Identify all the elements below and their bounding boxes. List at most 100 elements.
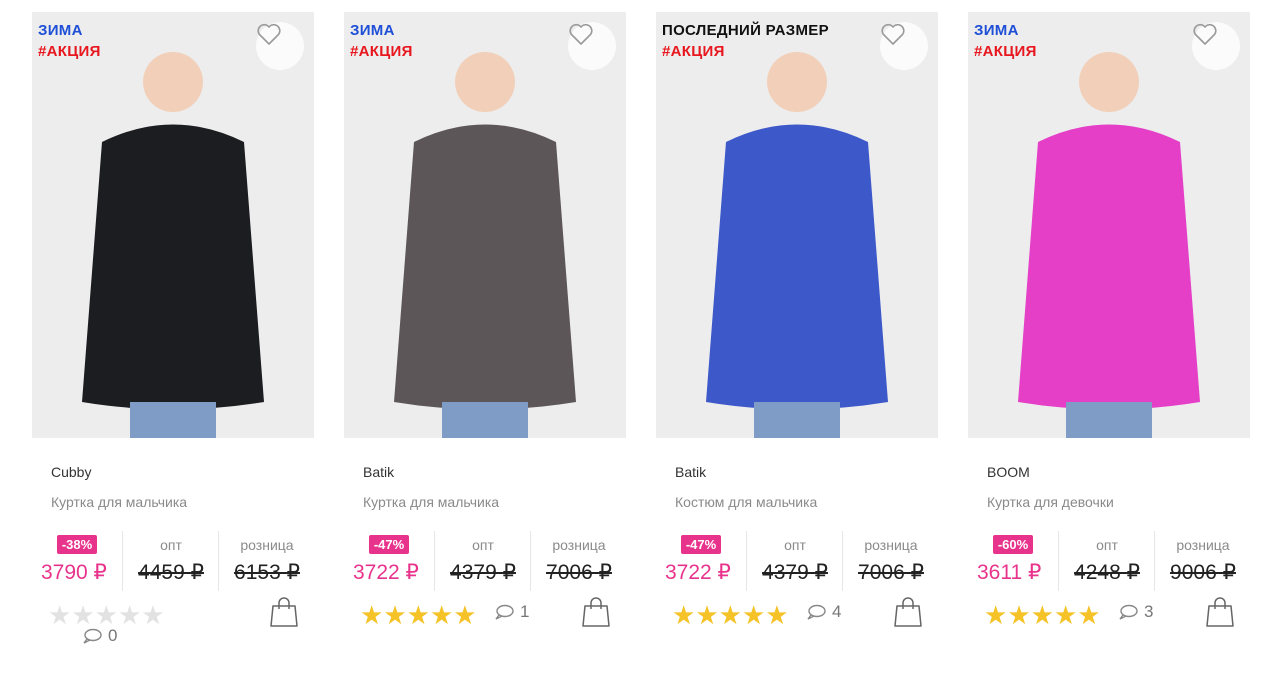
- wholesale-price: 4379 ₽: [450, 561, 516, 584]
- shopping-bag-icon: [1206, 597, 1234, 627]
- add-to-cart-button[interactable]: [269, 596, 299, 633]
- discount-badge: -60%: [992, 535, 1034, 554]
- speech-bubble-icon: [83, 628, 102, 644]
- price-block: -47% 3722 ₽ опт 4379 ₽ розница 7006 ₽: [656, 531, 938, 591]
- star-icon[interactable]: ★: [1077, 602, 1100, 628]
- discount-badge: -47%: [368, 535, 410, 554]
- promo-tag: #АКЦИЯ: [350, 43, 413, 60]
- speech-bubble-icon: [1119, 604, 1138, 620]
- rating-stars[interactable]: ★ ★ ★ ★ ★: [672, 602, 789, 628]
- brand-name[interactable]: BOOM: [987, 464, 1030, 480]
- star-icon[interactable]: ★: [1054, 602, 1077, 628]
- add-to-cart-button[interactable]: [581, 596, 611, 633]
- retail-label: розница: [864, 537, 918, 553]
- heart-outline-icon: [569, 23, 593, 45]
- retail-label: розница: [240, 537, 294, 553]
- product-photo[interactable]: ЗИМА #АКЦИЯ: [344, 12, 626, 438]
- shopping-bag-icon: [582, 597, 610, 627]
- star-icon[interactable]: ★: [360, 602, 383, 628]
- season-tag: ЗИМА: [974, 22, 1019, 39]
- star-icon[interactable]: ★: [141, 602, 164, 628]
- favorite-button[interactable]: [880, 22, 928, 70]
- product-photo[interactable]: ЗИМА #АКЦИЯ: [32, 12, 314, 438]
- comments-number: 0: [108, 626, 118, 645]
- retail-price: 7006 ₽: [546, 561, 612, 584]
- retail-label: розница: [552, 537, 606, 553]
- product-tags: ЗИМА #АКЦИЯ: [350, 20, 413, 62]
- star-icon[interactable]: ★: [742, 602, 765, 628]
- product-description[interactable]: Куртка для мальчика: [51, 494, 187, 510]
- product-photo[interactable]: ЗИМА #АКЦИЯ: [968, 12, 1250, 438]
- current-price: 3722 ₽: [665, 561, 731, 584]
- discount-badge: -38%: [56, 535, 98, 554]
- star-icon[interactable]: ★: [118, 602, 141, 628]
- brand-name[interactable]: Cubby: [51, 464, 91, 480]
- comments-count[interactable]: 4: [806, 602, 841, 622]
- product-illustration: [706, 52, 888, 438]
- comments-number: 4: [832, 602, 842, 621]
- wholesale-price: 4379 ₽: [762, 561, 828, 584]
- product-illustration: [82, 52, 264, 438]
- product-illustration: [1018, 52, 1200, 438]
- star-icon[interactable]: ★: [719, 602, 742, 628]
- product-description[interactable]: Куртка для мальчика: [363, 494, 499, 510]
- favorite-button[interactable]: [568, 22, 616, 70]
- star-icon[interactable]: ★: [695, 602, 718, 628]
- star-icon[interactable]: ★: [430, 602, 453, 628]
- star-icon[interactable]: ★: [95, 602, 118, 628]
- add-to-cart-button[interactable]: [1205, 596, 1235, 633]
- rating-stars[interactable]: ★ ★ ★ ★ ★: [984, 602, 1101, 628]
- last-size-tag: ПОСЛЕДНИЙ РАЗМЕР: [662, 22, 829, 39]
- product-card[interactable]: ЗИМА #АКЦИЯ Batik Куртка для мальчика -4…: [344, 12, 626, 672]
- brand-name[interactable]: Batik: [675, 464, 706, 480]
- add-to-cart-button[interactable]: [893, 596, 923, 633]
- product-illustration: [394, 52, 576, 438]
- comments-count[interactable]: 0: [82, 626, 117, 646]
- season-tag: ЗИМА: [350, 22, 395, 39]
- product-tags: ПОСЛЕДНИЙ РАЗМЕР #АКЦИЯ: [662, 20, 829, 62]
- retail-price: 7006 ₽: [858, 561, 924, 584]
- star-icon[interactable]: ★: [1031, 602, 1054, 628]
- product-grid: ЗИМА #АКЦИЯ Cubby Куртка для мальчика -3…: [0, 0, 1280, 681]
- discount-badge: -47%: [680, 535, 722, 554]
- favorite-button[interactable]: [1192, 22, 1240, 70]
- star-icon[interactable]: ★: [48, 602, 71, 628]
- product-card[interactable]: ЗИМА #АКЦИЯ BOOM Куртка для девочки -60%…: [968, 12, 1250, 672]
- current-price: 3790 ₽: [41, 561, 107, 584]
- rating-stars[interactable]: ★ ★ ★ ★ ★: [48, 602, 165, 628]
- shopping-bag-icon: [894, 597, 922, 627]
- brand-name[interactable]: Batik: [363, 464, 394, 480]
- wholesale-price: 4248 ₽: [1074, 561, 1140, 584]
- star-icon[interactable]: ★: [672, 602, 695, 628]
- retail-label: розница: [1176, 537, 1230, 553]
- shopping-bag-icon: [270, 597, 298, 627]
- star-icon[interactable]: ★: [984, 602, 1007, 628]
- comments-count[interactable]: 1: [494, 602, 529, 622]
- star-icon[interactable]: ★: [383, 602, 406, 628]
- current-price: 3722 ₽: [353, 561, 419, 584]
- season-tag: ЗИМА: [38, 22, 83, 39]
- wholesale-label: опт: [784, 537, 806, 553]
- star-icon[interactable]: ★: [453, 602, 476, 628]
- comments-count[interactable]: 3: [1118, 602, 1153, 622]
- product-tags: ЗИМА #АКЦИЯ: [974, 20, 1037, 62]
- price-block: -47% 3722 ₽ опт 4379 ₽ розница 7006 ₽: [344, 531, 626, 591]
- product-card[interactable]: ПОСЛЕДНИЙ РАЗМЕР #АКЦИЯ Batik Костюм для…: [656, 12, 938, 672]
- product-description[interactable]: Костюм для мальчика: [675, 494, 817, 510]
- comments-number: 1: [520, 602, 530, 621]
- product-card[interactable]: ЗИМА #АКЦИЯ Cubby Куртка для мальчика -3…: [32, 12, 314, 672]
- favorite-button[interactable]: [256, 22, 304, 70]
- promo-tag: #АКЦИЯ: [38, 43, 101, 60]
- star-icon[interactable]: ★: [765, 602, 788, 628]
- star-icon[interactable]: ★: [407, 602, 430, 628]
- star-icon[interactable]: ★: [1007, 602, 1030, 628]
- product-description[interactable]: Куртка для девочки: [987, 494, 1114, 510]
- heart-outline-icon: [257, 23, 281, 45]
- price-block: -60% 3611 ₽ опт 4248 ₽ розница 9006 ₽: [968, 531, 1250, 591]
- comments-number: 3: [1144, 602, 1154, 621]
- product-photo[interactable]: ПОСЛЕДНИЙ РАЗМЕР #АКЦИЯ: [656, 12, 938, 438]
- rating-stars[interactable]: ★ ★ ★ ★ ★: [360, 602, 477, 628]
- wholesale-label: опт: [472, 537, 494, 553]
- heart-outline-icon: [1193, 23, 1217, 45]
- star-icon[interactable]: ★: [71, 602, 94, 628]
